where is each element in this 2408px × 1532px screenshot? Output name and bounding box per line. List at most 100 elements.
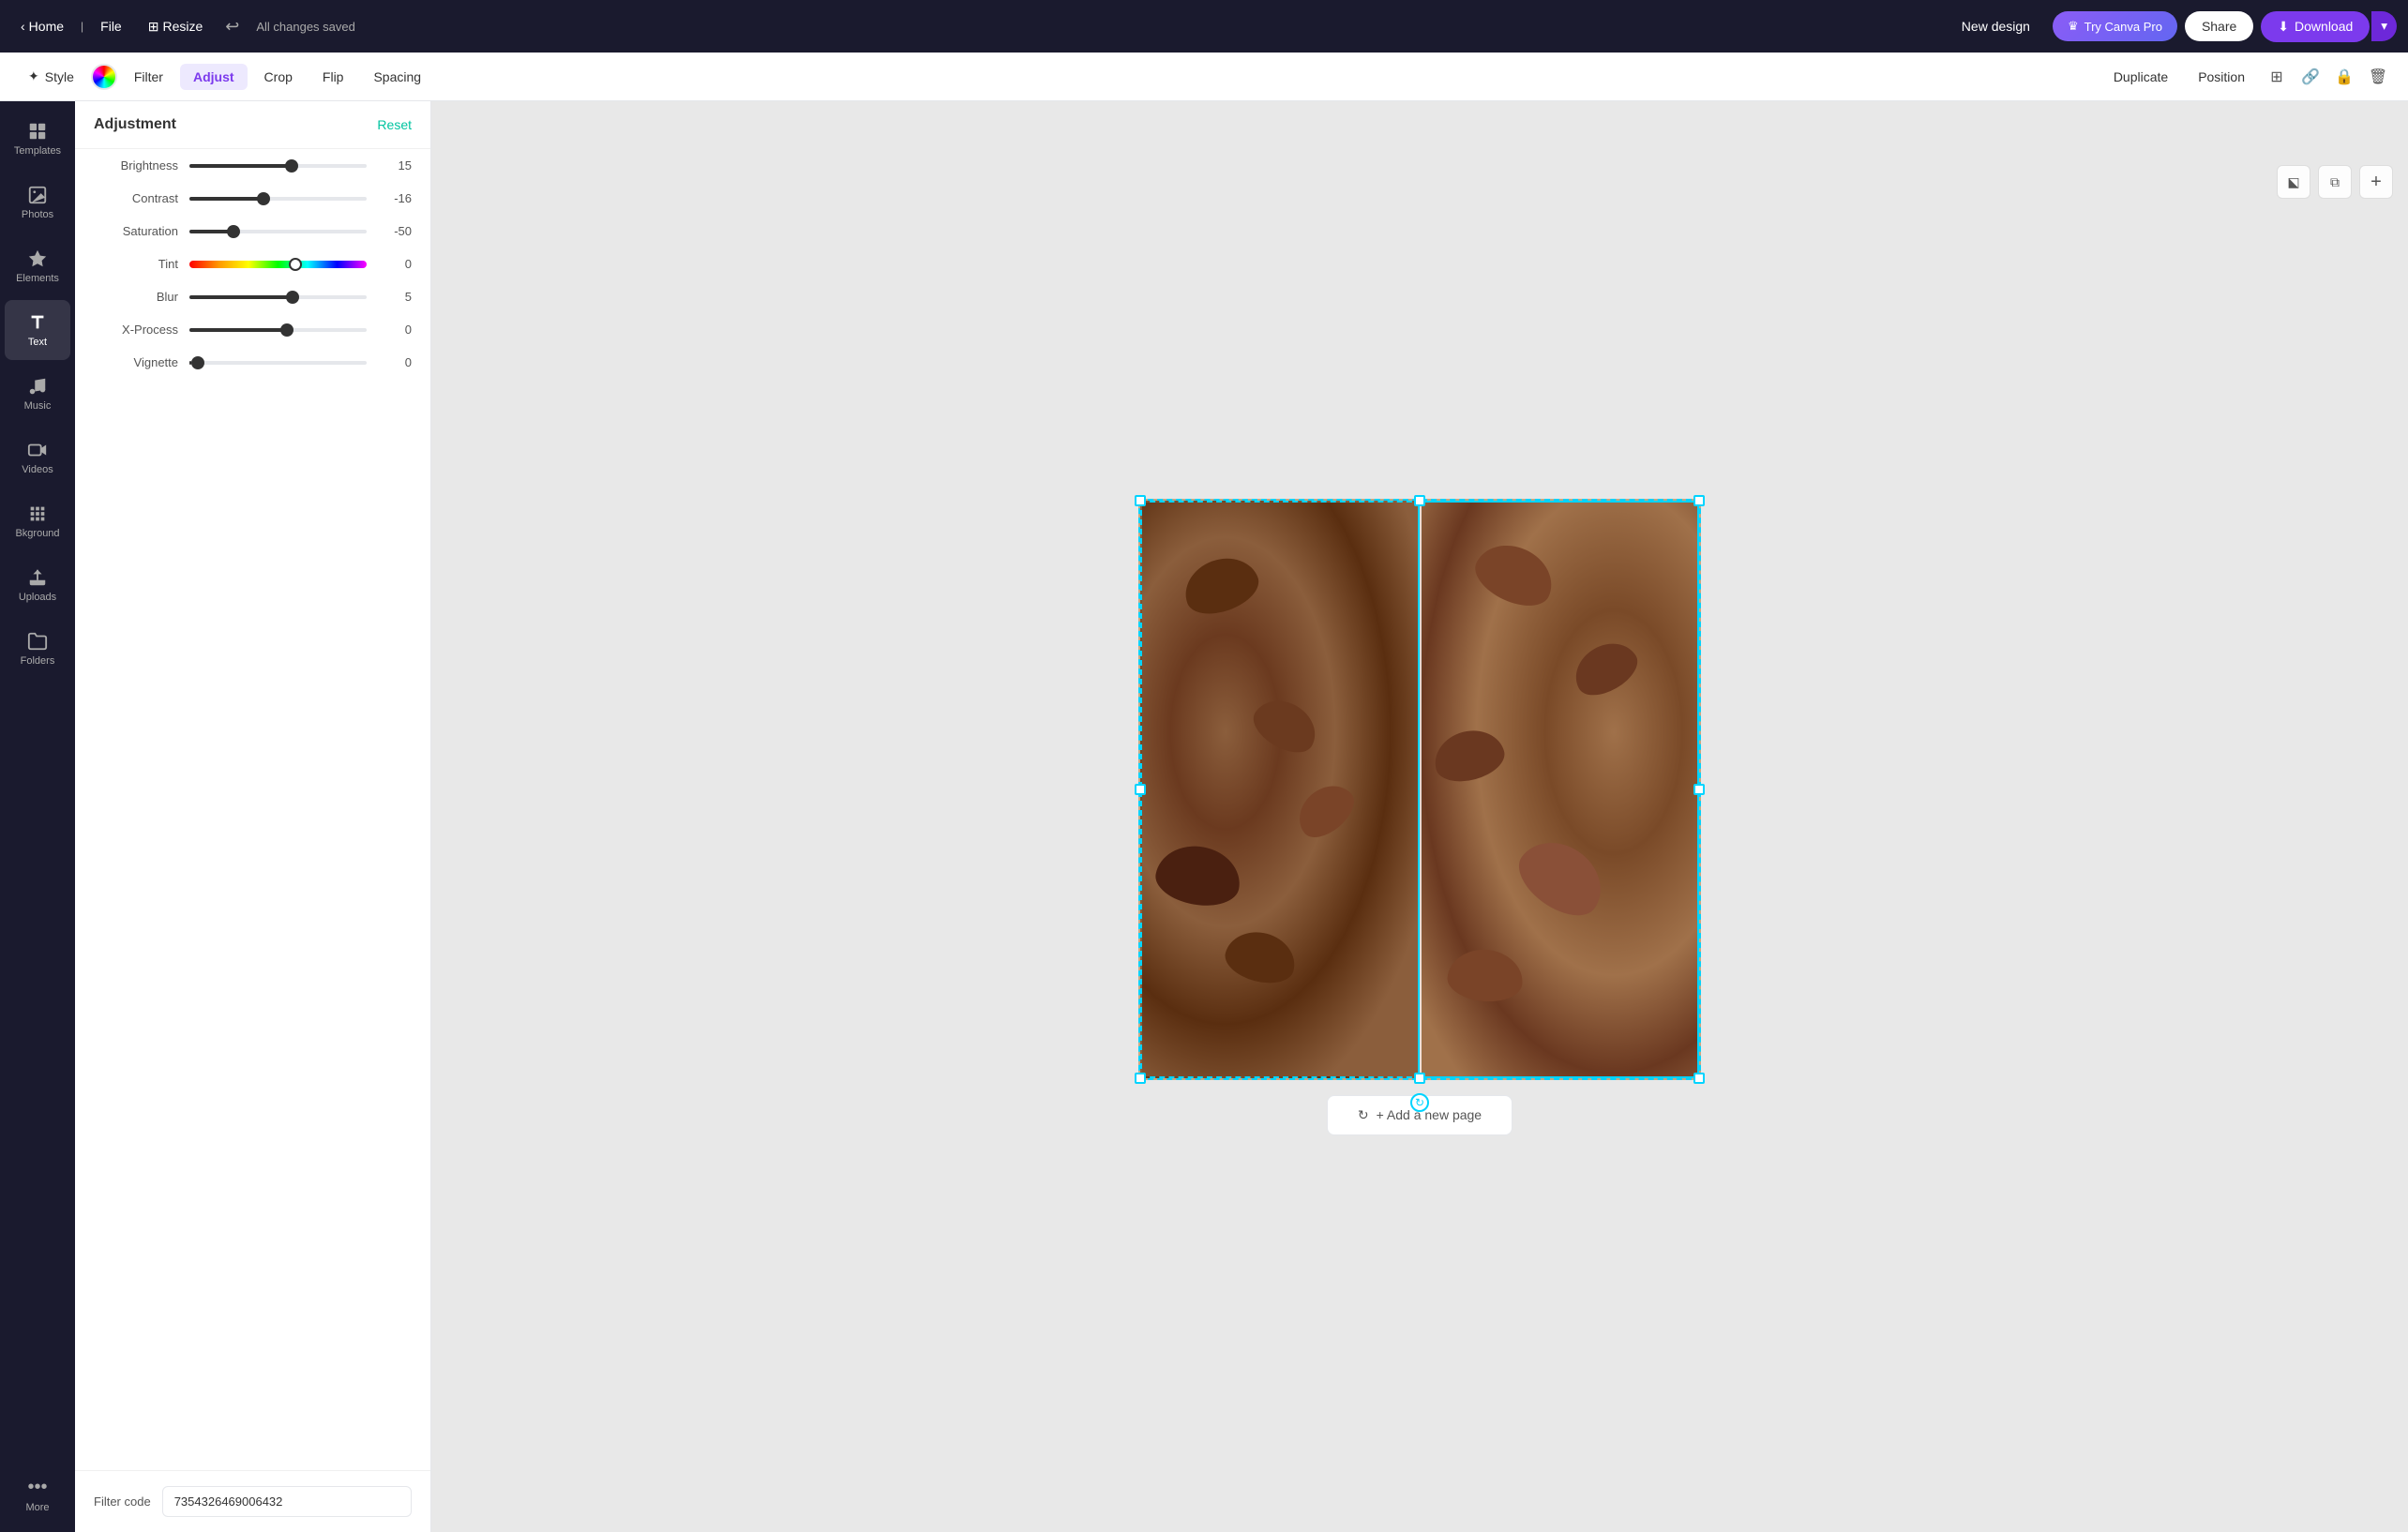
music-label: Music bbox=[24, 400, 52, 412]
style-label: Style bbox=[45, 69, 74, 84]
try-pro-label: Try Canva Pro bbox=[2084, 20, 2162, 34]
handle-middle-left[interactable] bbox=[1135, 784, 1146, 795]
copy-to-page-icon[interactable]: ⬕ bbox=[2277, 165, 2310, 199]
xprocess-slider[interactable] bbox=[189, 328, 367, 332]
bean-decor bbox=[1151, 839, 1244, 911]
contrast-label: Contrast bbox=[94, 191, 178, 205]
duplicate-canvas-icon[interactable]: ⧉ bbox=[2318, 165, 2352, 199]
file-menu[interactable]: File bbox=[91, 13, 131, 39]
left-sidebar: Templates Photos Elements Text Music Vid… bbox=[0, 101, 75, 1532]
tint-slider[interactable] bbox=[189, 261, 367, 268]
sidebar-item-background[interactable]: Bkground bbox=[5, 491, 70, 551]
saturation-value: -50 bbox=[378, 224, 412, 238]
delete-icon[interactable]: 🗑 bbox=[2363, 62, 2393, 92]
link-icon[interactable]: 🔗 bbox=[2295, 62, 2325, 92]
home-button[interactable]: ‹ Home bbox=[11, 13, 73, 39]
contrast-thumb[interactable] bbox=[257, 192, 270, 205]
background-icon bbox=[27, 503, 48, 524]
sidebar-item-music[interactable]: Music bbox=[5, 364, 70, 424]
elements-icon bbox=[27, 248, 48, 269]
topbar: ‹ Home | File ⊞ Resize ↩ All changes sav… bbox=[0, 0, 2408, 53]
sidebar-item-uploads[interactable]: Uploads bbox=[5, 555, 70, 615]
crop-button[interactable]: Crop bbox=[251, 64, 306, 90]
duplicate-button[interactable]: Duplicate bbox=[2100, 64, 2181, 90]
flip-button[interactable]: Flip bbox=[309, 64, 357, 90]
brightness-row: Brightness 15 bbox=[75, 149, 430, 182]
position-label: Position bbox=[2198, 69, 2245, 84]
coffee-image-right[interactable] bbox=[1418, 501, 1699, 1078]
handle-top-right[interactable] bbox=[1693, 495, 1705, 506]
filter-code-label: Filter code bbox=[94, 1494, 151, 1509]
resize-icon: ⊞ bbox=[148, 19, 159, 35]
saturation-row: Saturation -50 bbox=[75, 215, 430, 248]
download-button[interactable]: ⬇ Download bbox=[2261, 11, 2370, 42]
coffee-image-left[interactable] bbox=[1140, 501, 1422, 1078]
handle-top-left[interactable] bbox=[1135, 495, 1146, 506]
new-design-button[interactable]: New design bbox=[1947, 13, 2045, 39]
new-design-label: New design bbox=[1962, 19, 2030, 34]
chevron-down-icon: ▾ bbox=[2381, 19, 2387, 33]
resize-label: Resize bbox=[162, 19, 203, 34]
tint-value: 0 bbox=[378, 257, 412, 271]
brightness-slider[interactable] bbox=[189, 164, 367, 168]
blur-thumb[interactable] bbox=[286, 291, 299, 304]
undo-button[interactable]: ↩ bbox=[219, 11, 245, 42]
resize-button[interactable]: ⊞ Resize bbox=[139, 13, 213, 40]
vignette-value: 0 bbox=[378, 355, 412, 369]
contrast-slider[interactable] bbox=[189, 197, 367, 201]
spacing-button[interactable]: Spacing bbox=[360, 64, 434, 90]
rotate-handle[interactable]: ↻ bbox=[1410, 1093, 1429, 1112]
sidebar-item-elements[interactable]: Elements bbox=[5, 236, 70, 296]
templates-label: Templates bbox=[14, 145, 61, 157]
sidebar-item-folders[interactable]: Folders bbox=[5, 619, 70, 679]
folders-icon bbox=[27, 631, 48, 652]
saturation-slider[interactable] bbox=[189, 230, 367, 233]
adjust-button[interactable]: Adjust bbox=[180, 64, 248, 90]
saturation-thumb[interactable] bbox=[227, 225, 240, 238]
sidebar-item-text[interactable]: Text bbox=[5, 300, 70, 360]
tint-thumb[interactable] bbox=[289, 258, 302, 271]
blur-slider[interactable] bbox=[189, 295, 367, 299]
sidebar-item-videos[interactable]: Videos bbox=[5, 428, 70, 488]
handle-bottom-middle[interactable] bbox=[1414, 1073, 1425, 1084]
sidebar-item-templates[interactable]: Templates bbox=[5, 109, 70, 169]
xprocess-thumb[interactable] bbox=[280, 323, 293, 337]
canvas-area: ⬕ ⧉ + bbox=[431, 101, 2408, 1532]
add-element-icon[interactable]: + bbox=[2359, 165, 2393, 199]
try-pro-button[interactable]: ♛ Try Canva Pro bbox=[2053, 11, 2177, 41]
filter-code-input[interactable] bbox=[162, 1486, 412, 1517]
lock-icon[interactable]: 🔒 bbox=[2329, 62, 2359, 92]
handle-top-middle[interactable] bbox=[1414, 495, 1425, 506]
filter-button[interactable]: Filter bbox=[121, 64, 176, 90]
elements-label: Elements bbox=[16, 273, 59, 284]
style-button[interactable]: ✦ Style bbox=[15, 63, 87, 90]
contrast-fill bbox=[189, 197, 263, 201]
handle-middle-right[interactable] bbox=[1693, 784, 1705, 795]
handle-bottom-left[interactable] bbox=[1135, 1073, 1146, 1084]
handle-bottom-right[interactable] bbox=[1693, 1073, 1705, 1084]
design-canvas[interactable]: ↻ bbox=[1138, 499, 1701, 1080]
grid-icon[interactable]: ⊞ bbox=[2262, 62, 2292, 92]
share-button[interactable]: Share bbox=[2185, 11, 2253, 41]
tint-label: Tint bbox=[94, 257, 178, 271]
download-label: Download bbox=[2295, 19, 2353, 34]
brightness-thumb[interactable] bbox=[285, 159, 298, 173]
download-dropdown-button[interactable]: ▾ bbox=[2371, 11, 2397, 41]
color-picker-button[interactable] bbox=[91, 64, 117, 90]
flip-label: Flip bbox=[323, 69, 344, 84]
reset-button[interactable]: Reset bbox=[377, 117, 412, 132]
blur-row: Blur 5 bbox=[75, 280, 430, 313]
vignette-thumb[interactable] bbox=[191, 356, 204, 369]
brightness-value: 15 bbox=[378, 158, 412, 173]
bean-decor bbox=[1220, 924, 1301, 990]
vignette-slider[interactable] bbox=[189, 361, 367, 365]
separator: | bbox=[81, 20, 83, 33]
saturation-label: Saturation bbox=[94, 224, 178, 238]
home-label: Home bbox=[29, 19, 64, 34]
vignette-row: Vignette 0 bbox=[75, 346, 430, 379]
panel-spacer bbox=[75, 379, 430, 1470]
sidebar-item-photos[interactable]: Photos bbox=[5, 173, 70, 233]
position-button[interactable]: Position bbox=[2185, 64, 2258, 90]
spacing-label: Spacing bbox=[373, 69, 421, 84]
sidebar-item-more[interactable]: ••• More bbox=[5, 1464, 70, 1524]
